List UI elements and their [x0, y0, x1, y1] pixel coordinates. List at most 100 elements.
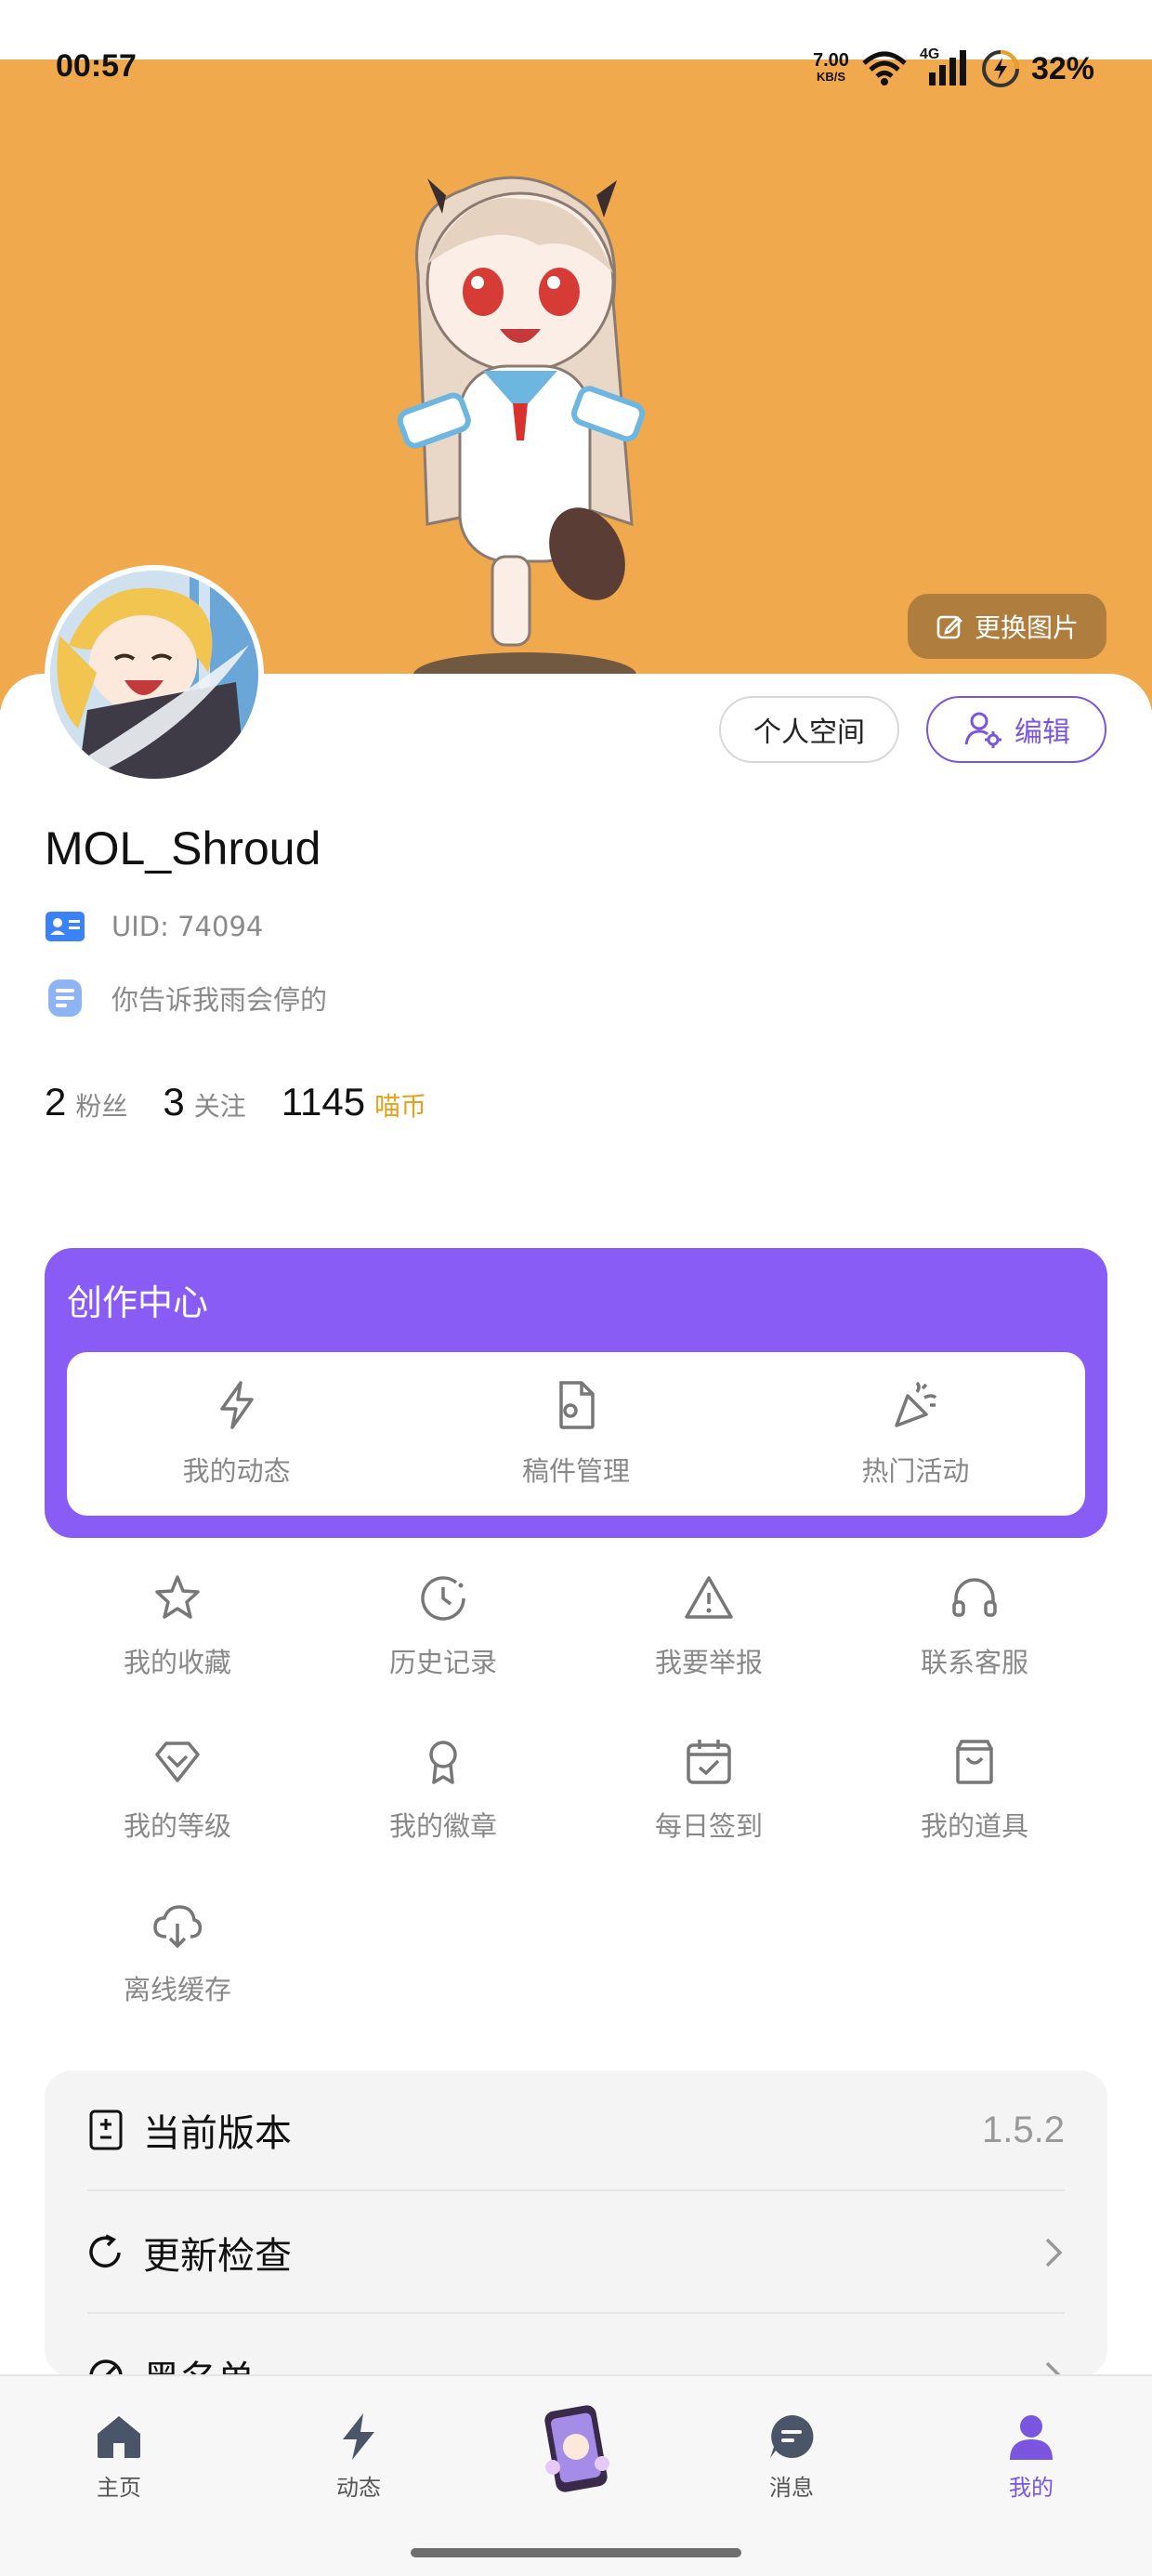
star-icon: [155, 1575, 200, 1619]
change-image-label: 更换图片: [974, 612, 1079, 643]
uid-text: UID: 74094: [111, 911, 264, 942]
signature-text: 你告诉我雨会停的: [111, 984, 328, 1016]
my-posts-label: 我的动态: [182, 1455, 291, 1487]
history-button[interactable]: 历史记录: [310, 1572, 576, 1701]
note-icon: [48, 979, 82, 1017]
battery-percent: 32%: [1030, 50, 1094, 86]
favorites-label: 我的收藏: [123, 1647, 231, 1678]
avatar[interactable]: [45, 565, 264, 784]
followers-label[interactable]: 粉丝: [75, 1086, 127, 1124]
lightning-icon: [219, 1381, 254, 1429]
avatar-illustration: [50, 571, 258, 779]
party-popper-icon: [895, 1381, 937, 1427]
version-row: 当前版本 1.5.2: [87, 2070, 1065, 2191]
followers-count[interactable]: 2: [45, 1080, 66, 1124]
version-label: 当前版本: [143, 2112, 292, 2155]
cell-signal: 4G: [920, 46, 970, 87]
home-indicator[interactable]: [411, 2548, 741, 2557]
update-check-label: 更新检查: [143, 2235, 292, 2278]
customer-service-label: 联系客服: [920, 1647, 1028, 1678]
manuscript-management-label: 稿件管理: [521, 1455, 630, 1487]
my-badges-button[interactable]: 我的徽章: [310, 1736, 576, 1864]
creator-center: 创作中心 我的动态 稿件管理 热门活动: [45, 1248, 1107, 1538]
profile-stats: 2 粉丝 3 关注 1145 喵币: [45, 1080, 452, 1124]
username: MOL_Shroud: [45, 822, 321, 874]
banner-character-illustration: [397, 176, 646, 697]
edit-profile-button[interactable]: 编辑: [926, 696, 1106, 763]
version-doc-icon: [89, 2109, 123, 2150]
uid-row: UID: 74094: [45, 911, 263, 942]
history-label: 历史记录: [388, 1647, 497, 1678]
status-icons: 7.00 KB/S 4G 32%: [813, 46, 1094, 91]
version-value: 1.5.2: [982, 2109, 1065, 2150]
lightning-icon: [343, 2413, 374, 2460]
creator-center-title: 创作中心: [67, 1282, 209, 1323]
nav-me-label: 我的: [1009, 2475, 1054, 2501]
personal-space-button[interactable]: 个人空间: [719, 696, 899, 763]
nav-home-label: 主页: [97, 2475, 141, 2501]
feature-grid: 我的收藏 历史记录 我要举报 联系客服 我的等级 我的徽章 每日签到 我的道具 …: [45, 1572, 1107, 2028]
net-speed-unit: KB/S: [816, 70, 845, 84]
id-card-icon: [46, 912, 85, 941]
file-settings-icon: [559, 1381, 595, 1429]
user-settings-icon: [964, 712, 1001, 748]
coins-count: 1145: [281, 1080, 366, 1124]
report-button[interactable]: 我要举报: [576, 1572, 842, 1701]
cloud-download-icon: [153, 1905, 203, 1949]
report-label: 我要举报: [654, 1647, 763, 1678]
manuscript-management-button[interactable]: 稿件管理: [406, 1352, 745, 1516]
settings-list: 当前版本 1.5.2 更新检查 黑名单: [45, 2070, 1107, 2377]
change-image-button[interactable]: 更换图片: [908, 594, 1106, 659]
customer-service-button[interactable]: 联系客服: [842, 1572, 1107, 1701]
diamond-icon: [155, 1741, 200, 1782]
user-icon: [1010, 2415, 1053, 2460]
message-icon: [770, 2414, 814, 2458]
home-icon: [98, 2416, 140, 2458]
nav-home[interactable]: 主页: [49, 2412, 189, 2502]
chevron-right-icon: [1045, 2238, 1063, 2267]
daily-checkin-label: 每日签到: [654, 1810, 763, 1842]
battery-icon: [981, 50, 1019, 87]
blacklist-label: 黑名单: [143, 2349, 1042, 2377]
badge-icon: [429, 1741, 457, 1784]
signal-bars-icon: [928, 50, 966, 85]
following-label[interactable]: 关注: [194, 1086, 246, 1124]
wifi-icon: [862, 51, 907, 85]
warning-icon: [685, 1576, 733, 1619]
hot-events-button[interactable]: 热门活动: [746, 1352, 1085, 1516]
offline-cache-label: 离线缓存: [123, 1974, 231, 2005]
net-speed: 7.00 KB/S: [813, 50, 849, 85]
nav-me[interactable]: 我的: [962, 2412, 1101, 2502]
nav-messages-label: 消息: [769, 2475, 814, 2501]
bottom-nav: 主页 动态 消息 我的: [0, 2374, 1152, 2576]
daily-checkin-button[interactable]: 每日签到: [576, 1736, 842, 1864]
my-posts-button[interactable]: 我的动态: [67, 1352, 406, 1516]
my-items-button[interactable]: 我的道具: [842, 1736, 1107, 1864]
status-bar: 00:57 7.00 KB/S 4G 32%: [0, 0, 1152, 87]
edit-label: 编辑: [1015, 716, 1070, 749]
history-icon: [421, 1576, 465, 1621]
following-count[interactable]: 3: [163, 1080, 184, 1124]
coins-label: 喵币: [374, 1091, 427, 1122]
signature-row: 你告诉我雨会停的: [45, 978, 327, 1019]
hot-events-label: 热门活动: [861, 1455, 970, 1487]
blacklist-row[interactable]: 黑名单: [87, 2316, 1065, 2377]
creator-center-card: 我的动态 稿件管理 热门活动: [67, 1352, 1085, 1516]
bag-icon: [956, 1740, 993, 1784]
calendar-check-icon: [687, 1740, 731, 1784]
my-level-button[interactable]: 我的等级: [45, 1736, 310, 1864]
status-time: 00:57: [56, 48, 137, 84]
center-mascot-button[interactable]: [530, 2402, 622, 2495]
my-level-label: 我的等级: [123, 1810, 231, 1842]
edit-square-icon: [936, 615, 962, 639]
refresh-icon: [89, 2234, 121, 2268]
nav-moments[interactable]: 动态: [289, 2412, 428, 2502]
update-check-row[interactable]: 更新检查: [87, 2193, 1065, 2314]
offline-cache-button[interactable]: 离线缓存: [45, 1899, 310, 2028]
nav-moments-label: 动态: [336, 2475, 381, 2501]
headset-icon: [952, 1578, 997, 1617]
favorites-button[interactable]: 我的收藏: [45, 1572, 310, 1701]
nav-messages[interactable]: 消息: [722, 2412, 861, 2502]
my-items-label: 我的道具: [920, 1810, 1028, 1842]
net-speed-value: 7.00: [813, 50, 849, 71]
